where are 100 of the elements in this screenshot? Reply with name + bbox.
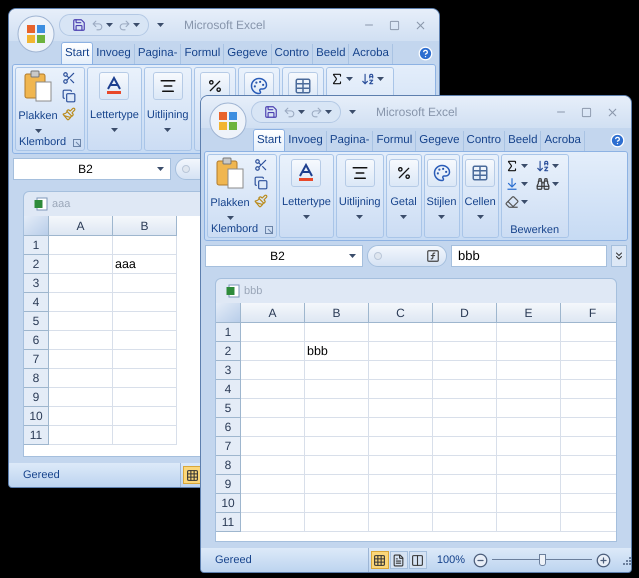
sort-icon — [536, 159, 550, 173]
table-cell — [497, 380, 561, 399]
ribbon-button[interactable]: Lettertype — [90, 72, 139, 132]
function-icon[interactable] — [426, 249, 440, 263]
row-header[interactable]: 11 — [24, 426, 49, 445]
view-button[interactable] — [370, 551, 389, 569]
ribbon-button[interactable]: Uitlijning — [146, 72, 188, 132]
table-cell: bbb — [305, 342, 369, 361]
row-header[interactable]: 7 — [216, 437, 241, 456]
name-box[interactable]: B2 — [205, 245, 363, 267]
cut-button[interactable] — [254, 158, 268, 172]
plus-icon — [596, 552, 611, 568]
view-button[interactable] — [408, 551, 427, 569]
column-header[interactable]: A — [49, 216, 113, 236]
splitter-handle-icon[interactable] — [182, 165, 190, 173]
expand-formula-button[interactable] — [611, 245, 627, 267]
ribbon-button[interactable]: Lettertype — [282, 159, 331, 218]
paste-button[interactable]: Plakken — [210, 157, 250, 222]
view-button[interactable] — [390, 551, 408, 569]
resize-grip-icon[interactable] — [621, 555, 631, 565]
row-header[interactable]: 9 — [24, 388, 49, 407]
view-button[interactable] — [183, 466, 201, 484]
column-header[interactable]: D — [433, 303, 497, 323]
table-cell — [113, 293, 177, 312]
column-header[interactable]: E — [497, 303, 561, 323]
row-header[interactable]: 8 — [24, 369, 49, 388]
undo-button[interactable] — [91, 18, 113, 32]
group-label: Klembord — [211, 222, 258, 238]
row-header[interactable]: 8 — [216, 456, 241, 475]
copy-button[interactable] — [62, 89, 76, 103]
ribbon-tab[interactable]: Start — [253, 129, 286, 151]
save-button[interactable] — [264, 105, 278, 119]
column-header[interactable]: C — [369, 303, 433, 323]
ribbon-button[interactable]: Cellen — [464, 159, 496, 218]
row-header[interactable]: 3 — [24, 274, 49, 293]
undo-button[interactable] — [283, 106, 305, 118]
table-cell — [49, 255, 113, 274]
caret-icon — [552, 182, 559, 186]
close-icon — [606, 106, 619, 118]
workbook-icon — [34, 197, 48, 211]
name-box[interactable]: B2 — [13, 158, 171, 180]
zoom-slider[interactable] — [492, 554, 592, 566]
row-header[interactable]: 6 — [24, 331, 49, 350]
column-header[interactable]: A — [241, 303, 305, 323]
row-header[interactable]: 3 — [216, 361, 241, 380]
column-header[interactable]: F — [561, 303, 616, 323]
office-logo-icon[interactable] — [17, 15, 55, 53]
table-cell — [369, 456, 433, 475]
cut-button[interactable] — [62, 71, 76, 85]
table-cell — [497, 456, 561, 475]
paste-button[interactable]: Plakken — [18, 70, 58, 135]
table-cell — [305, 513, 369, 532]
column-header[interactable]: B — [113, 216, 177, 236]
row-header[interactable]: 11 — [216, 513, 241, 532]
table-cell — [369, 399, 433, 418]
ribbon-tab[interactable]: Start — [61, 42, 94, 64]
ribbon-button[interactable]: Getal — [388, 159, 418, 218]
redo-button[interactable] — [118, 18, 140, 32]
ribbon-button[interactable]: Uitlijning — [338, 159, 380, 218]
formula-field[interactable]: bbb — [451, 245, 607, 267]
caret-icon — [325, 110, 332, 114]
column-header[interactable]: B — [305, 303, 369, 323]
dialog-launcher-icon[interactable] — [73, 138, 81, 146]
table-cell — [241, 323, 305, 342]
zoom-out-button[interactable] — [473, 552, 488, 568]
row-header[interactable]: 4 — [24, 293, 49, 312]
row-header[interactable]: 10 — [216, 494, 241, 513]
copy-button[interactable] — [254, 176, 268, 190]
slider-thumb[interactable] — [539, 554, 546, 566]
row-header[interactable]: 2 — [24, 255, 49, 274]
minus-icon — [473, 552, 488, 568]
group-label: Bewerken — [509, 223, 560, 237]
row-header[interactable]: 10 — [24, 407, 49, 426]
row-header[interactable]: 6 — [216, 418, 241, 437]
table-cell — [305, 361, 369, 380]
table-cell — [241, 456, 305, 475]
dialog-launcher-icon[interactable] — [265, 226, 273, 234]
row-header[interactable]: 5 — [216, 399, 241, 418]
help-button[interactable] — [418, 46, 433, 61]
row-header[interactable]: 7 — [24, 350, 49, 369]
caret-icon — [349, 254, 356, 258]
row-header[interactable]: 5 — [24, 312, 49, 331]
splitter-handle-icon[interactable] — [374, 252, 382, 260]
row-header[interactable]: 2 — [216, 342, 241, 361]
row-header[interactable]: 4 — [216, 380, 241, 399]
row-header[interactable]: 1 — [24, 236, 49, 255]
help-button[interactable] — [610, 133, 625, 148]
zoom-in-button[interactable] — [596, 552, 611, 568]
row-header[interactable]: 1 — [216, 323, 241, 342]
workbook-icon — [226, 284, 240, 298]
paste-icon — [215, 157, 245, 189]
ribbon-button[interactable]: Stijlen — [426, 159, 456, 218]
table-cell — [113, 312, 177, 331]
redo-button[interactable] — [310, 106, 332, 118]
save-button[interactable] — [72, 18, 86, 32]
table-cell — [433, 437, 497, 456]
row-header[interactable]: 9 — [216, 475, 241, 494]
table-cell — [113, 236, 177, 255]
office-logo-icon[interactable] — [209, 102, 247, 140]
page-icon — [392, 554, 406, 566]
